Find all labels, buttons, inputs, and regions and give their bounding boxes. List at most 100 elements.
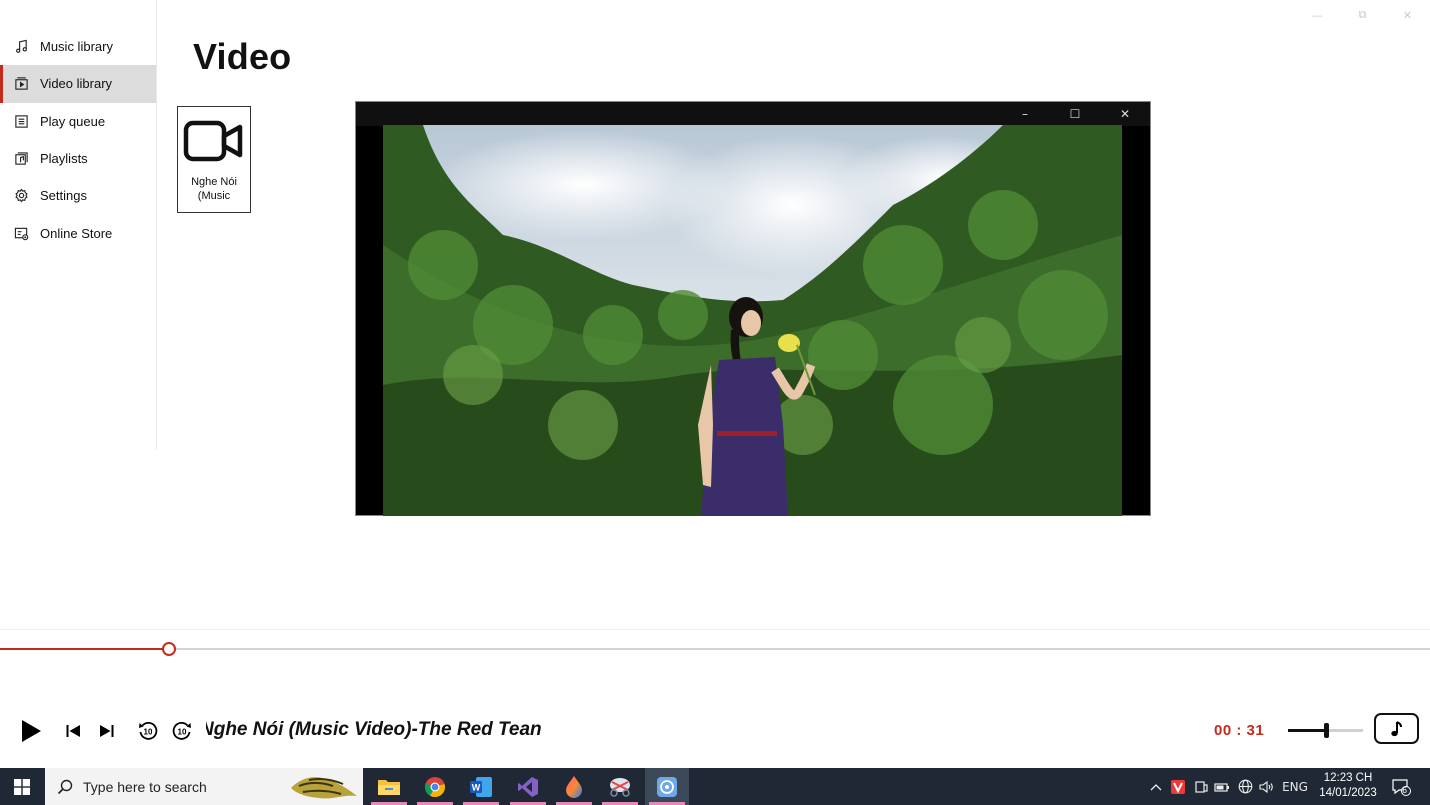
music-note-icon (13, 38, 30, 55)
video-library-icon (13, 75, 30, 92)
video-camera-icon (183, 120, 243, 162)
sidebar-item-label: Video library (40, 76, 113, 92)
clock-time: 12:23 CH (1323, 772, 1373, 784)
music-mode-button[interactable] (1374, 713, 1419, 744)
clock-date: 14/01/2023 (1319, 787, 1377, 799)
search-highlight-art-icon (291, 777, 357, 799)
minimize-button[interactable]: — (1295, 0, 1340, 30)
taskbar-search[interactable]: Type here to search (45, 768, 363, 805)
volume-slider[interactable] (1288, 723, 1363, 738)
music-note-icon (1390, 720, 1402, 736)
start-button[interactable] (0, 768, 44, 805)
sidebar-item-label: Settings (40, 188, 87, 204)
taskbar-clock[interactable]: 12:23 CH 14/01/2023 (1312, 771, 1384, 801)
sidebar: Music library Video library Play queue P… (0, 0, 157, 450)
video-tile-label: Nghe Nói (Music (191, 176, 237, 202)
chrome-icon (424, 776, 445, 797)
rewind-10-button[interactable]: 10 (136, 719, 160, 743)
snipping-icon (610, 777, 630, 797)
close-button[interactable]: ✕ (1385, 0, 1430, 30)
seek-bar[interactable] (0, 642, 1430, 656)
taskbar: Type here to search W ENG 12:23 CH 14/01… (0, 768, 1430, 805)
taskbar-chrome[interactable] (413, 768, 457, 805)
skip-previous-icon (66, 725, 80, 737)
seek-bar-thumb[interactable] (162, 642, 176, 656)
word-icon: W (470, 776, 492, 797)
tray-overflow-button[interactable] (1148, 768, 1164, 805)
play-icon (22, 720, 41, 742)
tray-language[interactable]: ENG (1280, 768, 1310, 805)
play-button[interactable] (14, 715, 46, 747)
tray-network[interactable] (1236, 768, 1254, 805)
video-frame (383, 125, 1122, 516)
notification-icon (1392, 778, 1411, 796)
maximize-button[interactable]: ⧉ (1340, 0, 1385, 30)
taskbar-file-explorer[interactable] (367, 768, 411, 805)
search-icon (57, 779, 73, 794)
sidebar-item-settings[interactable]: Settings (0, 177, 156, 214)
video-close-button[interactable]: ✕ (1100, 102, 1150, 126)
seek-bar-fill (0, 648, 169, 650)
playlist-icon (13, 150, 30, 167)
next-button[interactable] (96, 720, 118, 742)
media-player-icon (657, 776, 677, 797)
taskbar-visual-studio[interactable] (506, 768, 550, 805)
video-window-titlebar: – ☐ ✕ (356, 102, 1150, 126)
window-caption-buttons: — ⧉ ✕ (1295, 0, 1430, 30)
video-maximize-button[interactable]: ☐ (1050, 102, 1100, 126)
visual-studio-icon (518, 776, 538, 797)
time-readout: 00 : 31 (1214, 722, 1265, 739)
volume-thumb[interactable] (1324, 723, 1329, 738)
list-icon (13, 113, 30, 130)
forward-10-button[interactable]: 10 (170, 719, 194, 743)
forward-10-icon: 10 (172, 721, 191, 740)
sidebar-item-video-library[interactable]: Video library (0, 65, 156, 103)
windows-logo-icon (14, 778, 30, 795)
page-title: Video (193, 36, 292, 77)
video-minimize-button[interactable]: – (1000, 102, 1050, 126)
chevron-up-icon (1150, 783, 1162, 790)
svg-text:W: W (472, 782, 481, 792)
tray-volume[interactable] (1258, 768, 1276, 805)
taskbar-snipping-tool[interactable] (598, 768, 642, 805)
skip-next-icon (100, 725, 114, 737)
now-playing-text: Nghe Nói (Music Video)-The Red Tean (206, 719, 542, 740)
video-tile[interactable]: Nghe Nói (Music (177, 106, 251, 213)
notification-center-button[interactable]: 6 (1388, 768, 1414, 805)
video-frame-image (383, 125, 1122, 516)
tray-device[interactable] (1192, 768, 1210, 805)
sidebar-item-playlists[interactable]: Playlists (0, 140, 156, 177)
sidebar-item-label: Play queue (40, 113, 106, 129)
paint-icon (566, 775, 582, 798)
sidebar-item-online-store[interactable]: Online Store (0, 214, 156, 251)
sidebar-item-label: Music library (40, 39, 113, 55)
sidebar-item-label: Playlists (40, 151, 88, 167)
volume-fill (1288, 729, 1326, 732)
taskbar-paint[interactable] (552, 768, 596, 805)
vivaldi-icon (1171, 779, 1185, 794)
taskbar-media-player[interactable] (645, 768, 689, 805)
previous-button[interactable] (62, 720, 84, 742)
globe-icon (1238, 779, 1252, 794)
store-icon (13, 225, 30, 242)
notification-count: 6 (1402, 786, 1408, 795)
sidebar-item-music-library[interactable]: Music library (0, 28, 156, 65)
svg-text:10: 10 (178, 728, 187, 737)
rewind-10-icon: 10 (139, 721, 158, 740)
device-icon (1195, 780, 1208, 793)
search-placeholder: Type here to search (83, 778, 207, 795)
svg-text:10: 10 (144, 728, 153, 737)
file-explorer-icon (378, 779, 400, 795)
battery-icon (1214, 782, 1229, 792)
taskbar-word[interactable]: W (459, 768, 503, 805)
media-player-window: — ⧉ ✕ Music library Video library Play q… (0, 0, 1430, 768)
tray-battery[interactable] (1213, 768, 1231, 805)
video-window[interactable]: – ☐ ✕ (355, 101, 1151, 516)
tray-vivaldi[interactable] (1169, 768, 1187, 805)
now-playing-title: Nghe Nói (Music Video)-The Red Tean (206, 719, 546, 743)
speaker-icon (1259, 780, 1273, 793)
sidebar-item-play-queue[interactable]: Play queue (0, 103, 156, 140)
gear-icon (13, 187, 30, 204)
divider (0, 629, 1430, 630)
sidebar-item-label: Online Store (40, 225, 113, 241)
